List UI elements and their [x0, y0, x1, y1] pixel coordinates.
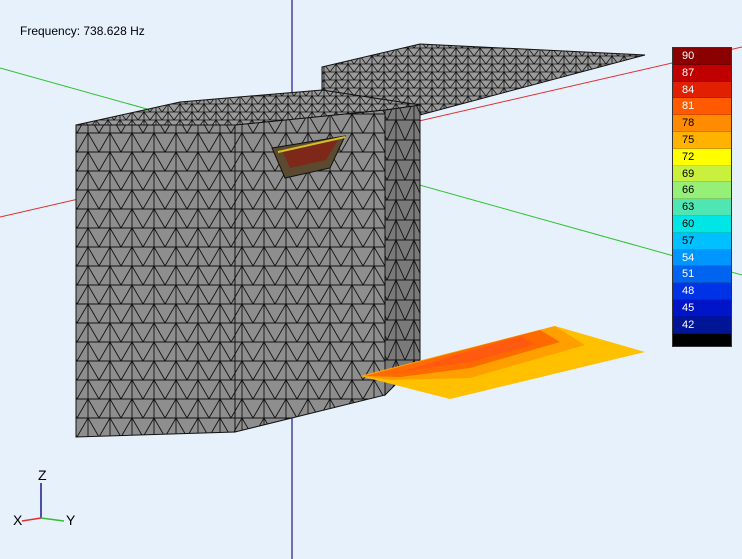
- legend-entry: 78: [673, 115, 731, 132]
- legend-entry: 75: [673, 131, 731, 149]
- axis-triad: Z X Y: [8, 465, 88, 535]
- mesh-scene[interactable]: [0, 0, 742, 559]
- legend-entry: 72: [673, 148, 731, 166]
- triad-z-label: Z: [38, 467, 47, 483]
- legend-entry: 81: [673, 98, 731, 116]
- block-front-face: [75, 124, 236, 438]
- legend-entry: 90: [673, 48, 731, 65]
- block-far-face: [384, 104, 421, 397]
- legend-entry: 54: [673, 249, 731, 267]
- legend-entry: 42: [673, 316, 731, 334]
- triad-x-label: X: [13, 512, 23, 528]
- color-legend: 90 87 84 81 78 75 72 69 66 63 60 57 54 51 48 45 42: [672, 47, 732, 347]
- legend-entry: 69: [673, 165, 731, 183]
- legend-entry: 48: [673, 283, 731, 300]
- legend-rows: 90 87 84 81 78 75 72 69 66 63 60 57 54 51 48 45 42: [673, 48, 731, 334]
- legend-end-swatch: [673, 333, 731, 346]
- legend-entry: 66: [673, 182, 731, 200]
- legend-entry: 87: [673, 64, 731, 82]
- legend-entry: 51: [673, 266, 731, 284]
- 3d-viewport[interactable]: Frequency: 738.628 Hz 90 87 84 81 78 75 72 69 66…: [0, 0, 742, 559]
- legend-entry: 63: [673, 199, 731, 216]
- legend-entry: 57: [673, 232, 731, 250]
- triad-y-label: Y: [66, 512, 76, 528]
- legend-entry: 84: [673, 81, 731, 99]
- frequency-label: Frequency: 738.628 Hz: [20, 24, 145, 38]
- legend-entry: 45: [673, 299, 731, 317]
- legend-entry: 60: [673, 215, 731, 233]
